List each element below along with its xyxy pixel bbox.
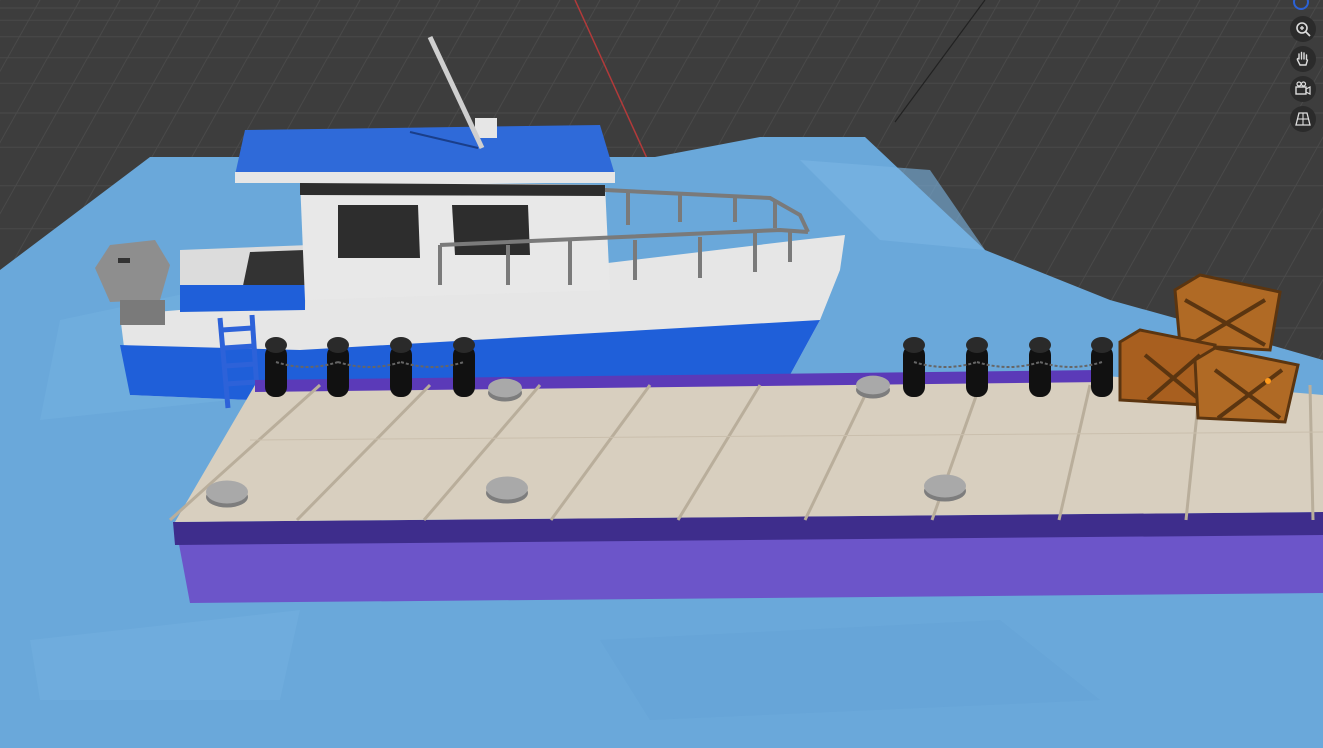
navigation-gizmo <box>1283 0 1323 140</box>
boat-cabin-window <box>338 205 420 258</box>
cleat <box>856 375 890 399</box>
scene-render[interactable] <box>0 0 1323 748</box>
mooring-post <box>390 337 412 397</box>
zoom-icon[interactable] <box>1290 16 1316 42</box>
mooring-post <box>265 337 287 397</box>
3d-viewport[interactable] <box>0 0 1323 748</box>
boat-stern-blue <box>180 285 305 312</box>
boat-cabin-roof <box>235 125 615 175</box>
cleat <box>924 474 966 502</box>
boat-cabin-roof-edge <box>235 172 615 183</box>
mooring-post <box>1029 337 1051 397</box>
mooring-post <box>966 337 988 397</box>
boat-cabin-window <box>452 205 530 255</box>
y-axis-line <box>894 0 986 123</box>
mooring-post <box>327 337 349 397</box>
mooring-post <box>453 337 475 397</box>
axis-gizmo-dot[interactable] <box>1293 0 1309 10</box>
wooden-crates[interactable] <box>1118 273 1300 424</box>
outboard-motor-vent <box>118 258 130 263</box>
boat-cabin-trim <box>300 183 605 196</box>
cleat <box>488 378 522 402</box>
grid-perspective-icon[interactable] <box>1290 106 1316 132</box>
cleat <box>486 476 528 504</box>
cleat <box>206 480 248 508</box>
camera-icon[interactable] <box>1290 76 1316 102</box>
hand-icon[interactable] <box>1290 46 1316 72</box>
outboard-motor-leg <box>120 300 165 325</box>
mooring-post <box>903 337 925 397</box>
mooring-post <box>1091 337 1113 397</box>
dock[interactable] <box>168 370 1323 603</box>
